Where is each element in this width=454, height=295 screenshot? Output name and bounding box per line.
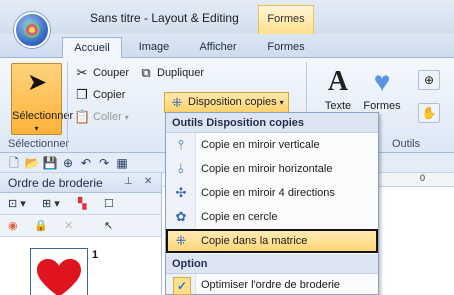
paste-button[interactable]: 📋 Coller ▾ xyxy=(74,107,129,127)
chevron-down-icon: ▾ xyxy=(279,98,284,107)
menu-item-label: Copie dans la matrice xyxy=(201,235,308,247)
sort-icon[interactable]: ⊞ ▾ xyxy=(42,196,60,212)
menu-item-matrix-copy[interactable]: ⁜ Copie dans la matrice xyxy=(166,229,378,253)
menu-item-mirror-vertical[interactable]: ⫯ Copie en miroir verticale xyxy=(166,133,378,157)
pointer-icon[interactable]: ↖ xyxy=(104,218,113,234)
zoom-in-icon[interactable]: ⊕ xyxy=(60,155,76,171)
color-sort-icon[interactable]: ▚ xyxy=(78,196,86,212)
pin-icon[interactable]: ⊥ xyxy=(124,176,133,187)
tab-formes[interactable]: Formes xyxy=(258,37,314,58)
select-button-label: Sélectionner xyxy=(12,110,74,122)
checkmark-icon[interactable]: ✓ xyxy=(173,277,191,295)
layout-copies-label: Disposition copies xyxy=(188,96,277,108)
shapes-button-label: Formes xyxy=(363,100,401,112)
menu-item-label: Copie en cercle xyxy=(201,211,278,223)
menu-section-header: Option xyxy=(166,254,378,274)
copy-label: Copier xyxy=(93,89,126,101)
panel-header: Ordre de broderie ⊥ ✕ xyxy=(0,173,161,193)
mirror-vertical-icon: ⫯ xyxy=(178,137,184,152)
embroidery-thumbnail[interactable] xyxy=(30,248,88,295)
paste-label: Coller xyxy=(93,111,122,123)
hand-pan-icon[interactable]: ✋ xyxy=(418,103,440,123)
app-orb-icon[interactable] xyxy=(14,12,50,48)
grid-icon[interactable]: ▦ xyxy=(114,155,130,171)
lock-icon[interactable]: 🔒 xyxy=(34,218,48,234)
panel-toolbar: ⊡ ▾ ⊞ ▾ ▚ ☐ xyxy=(0,193,161,215)
pointer-arrow-icon: ➤ xyxy=(27,69,48,96)
chevron-down-icon: ▾ xyxy=(124,113,129,122)
title-bar: Sans titre - Layout & Editing Formes xyxy=(0,0,454,34)
tab-image[interactable]: Image xyxy=(128,37,180,58)
delete-icon[interactable]: ✕ xyxy=(64,218,73,234)
ruler-mark: 0 xyxy=(420,173,426,183)
undo-icon[interactable]: ↶ xyxy=(78,155,94,171)
ribbon-tab-row: Accueil Image Afficher Formes xyxy=(0,34,454,58)
panel-toolbar-secondary: ◉ 🔒 ✕ ↖ xyxy=(0,215,161,237)
layout-copies-button[interactable]: ⁜ Disposition copies ▾ xyxy=(164,92,289,113)
frame-icon[interactable]: ☐ xyxy=(104,196,114,212)
open-folder-icon[interactable]: 📂 xyxy=(24,155,40,171)
close-icon[interactable]: ✕ xyxy=(144,176,152,187)
menu-item-label: Copie en miroir 4 directions xyxy=(201,187,335,199)
new-file-icon[interactable]: 🗋 xyxy=(6,155,22,171)
menu-item-mirror-4-directions[interactable]: ✣ Copie en miroir 4 directions xyxy=(166,181,378,205)
window-title: Sans titre - Layout & Editing xyxy=(90,11,239,25)
group-label-tools: Outils xyxy=(392,138,421,150)
zoom-icon[interactable]: ⊕ xyxy=(418,70,440,90)
text-a-icon: A xyxy=(327,66,349,97)
menu-item-circle-copy[interactable]: ✿ Copie en cercle xyxy=(166,205,378,229)
heart-shape-icon: ♥ xyxy=(373,66,391,97)
tab-afficher[interactable]: Afficher xyxy=(190,37,246,58)
menu-section-header: Outils Disposition copies xyxy=(166,113,378,133)
duplicate-label: Dupliquer xyxy=(157,67,205,79)
cut-label: Couper xyxy=(93,67,130,79)
menu-item-mirror-horizontal[interactable]: ⫰ Copie en miroir horizontale xyxy=(166,157,378,181)
scissors-icon: ✂ xyxy=(76,65,88,80)
menu-item-label: Optimiser l'ordre de broderie xyxy=(201,279,341,291)
flower-icon xyxy=(23,21,41,39)
circle-copy-icon: ✿ xyxy=(175,209,187,224)
layout-copies-icon: ⁜ xyxy=(171,95,183,110)
copy-icon: ❐ xyxy=(76,87,88,102)
copy-button[interactable]: ❐ Copier xyxy=(74,85,125,105)
text-button-label: Texte xyxy=(324,100,352,112)
cut-button[interactable]: ✂ Couper xyxy=(74,63,130,83)
thumbnail-number: 1 xyxy=(92,249,99,261)
heart-shape-icon xyxy=(37,259,81,295)
matrix-copy-icon: ⁜ xyxy=(175,233,187,248)
tab-accueil[interactable]: Accueil xyxy=(62,37,122,58)
duplicate-button[interactable]: ⧉ Dupliquer xyxy=(138,63,204,83)
menu-item-label: Copie en miroir verticale xyxy=(201,139,320,151)
group-label-select: Sélectionner xyxy=(8,138,70,150)
context-tab-title: Formes xyxy=(258,5,314,34)
menu-item-label: Copie en miroir horizontale xyxy=(201,163,333,175)
select-button[interactable]: ➤ Sélectionner ▾ xyxy=(11,63,74,135)
redo-icon[interactable]: ↷ xyxy=(96,155,112,171)
panel-title: Ordre de broderie xyxy=(8,176,103,190)
chevron-down-icon: ▾ xyxy=(34,124,39,133)
menu-item-optimize-order[interactable]: ✓ Optimiser l'ordre de broderie xyxy=(166,274,378,295)
mirror-4-directions-icon: ✣ xyxy=(175,185,187,200)
embroidery-order-panel: Ordre de broderie ⊥ ✕ ⊡ ▾ ⊞ ▾ ▚ ☐ ◉ 🔒 ✕ … xyxy=(0,173,162,295)
layout-copies-menu: Outils Disposition copies ⫯ Copie en mir… xyxy=(165,112,379,295)
group-divider xyxy=(67,62,68,150)
clipboard-icon: 📋 xyxy=(74,109,91,124)
save-icon[interactable]: 💾 xyxy=(42,155,58,171)
eye-icon[interactable]: ◉ xyxy=(8,218,18,234)
mirror-horizontal-icon: ⫰ xyxy=(178,161,184,176)
duplicate-icon: ⧉ xyxy=(141,65,151,80)
group-select-icon[interactable]: ⊡ ▾ xyxy=(8,196,26,212)
